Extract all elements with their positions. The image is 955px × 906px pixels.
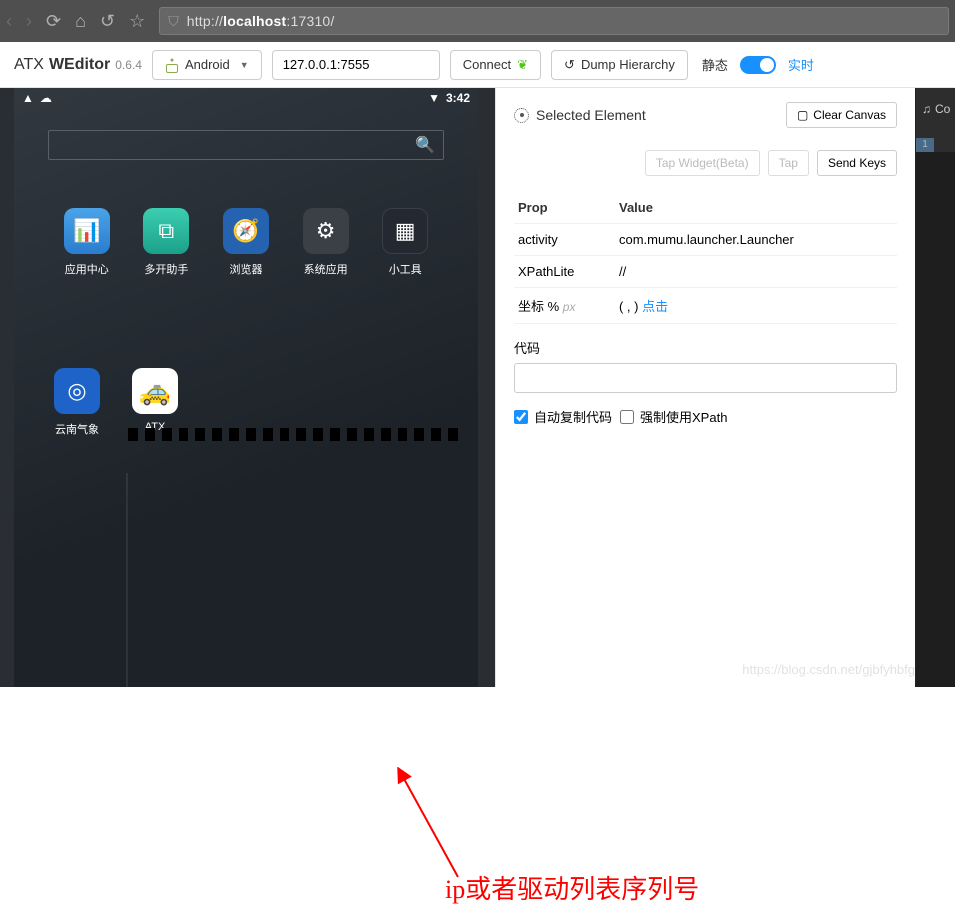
reload-icon[interactable]: ⟳ xyxy=(46,11,61,32)
brand-title: ATX WEditor 0.6.4 xyxy=(14,56,142,74)
app-item[interactable]: ◎ 云南气象 xyxy=(54,368,100,437)
connect-button[interactable]: Connect ❦ xyxy=(450,50,541,80)
app-label: 多开助手 xyxy=(144,261,188,277)
app-label: 应用中心 xyxy=(65,261,109,277)
props-table: Prop Value activitycom.mumu.launcher.Lau… xyxy=(514,192,897,324)
table-row: XPathLite// xyxy=(514,256,897,288)
app-grid-row1: 📊 应用中心 ⧉ 多开助手 🧭 浏览器 ⚙ 系统应用 ▦ 小工具 xyxy=(54,208,438,277)
table-row-coord: 坐标 % px ( , ) 点击 xyxy=(514,288,897,324)
app-icon: 📊 xyxy=(64,208,110,254)
code-input[interactable] xyxy=(514,363,897,393)
clock-text: 3:42 xyxy=(446,91,470,105)
music-note-icon: ♫ xyxy=(922,102,931,116)
realtime-label: 实时 xyxy=(788,55,814,74)
tap-widget-button[interactable]: Tap Widget(Beta) xyxy=(645,150,760,176)
cloud-icon: ☁ xyxy=(40,91,52,105)
home-icon[interactable]: ⌂ xyxy=(75,11,86,32)
app-icon: ⧉ xyxy=(143,208,189,254)
editor-body[interactable] xyxy=(916,152,955,687)
dock-indicator xyxy=(128,428,458,441)
android-icon xyxy=(165,58,179,72)
app-item[interactable]: 🧭 浏览器 xyxy=(213,208,279,277)
app-item[interactable]: 📊 应用中心 xyxy=(54,208,120,277)
force-xpath-checkbox[interactable] xyxy=(620,410,634,424)
annotation-text: ip或者驱动列表序列号 xyxy=(445,869,699,906)
app-label: 云南气象 xyxy=(55,421,99,437)
panel-title: Selected Element xyxy=(514,107,646,123)
send-keys-button[interactable]: Send Keys xyxy=(817,150,897,176)
code-editor-strip: ♫ Co 1 xyxy=(915,88,955,687)
app-item[interactable]: ⧉ 多开助手 xyxy=(134,208,200,277)
device-preview-panel: ▲ ☁ ▼ 3:42 🔍 📊 应用中心 ⧉ 多开助手 🧭 浏览器 ⚙ 系统应用 ▦ 小工具 ◎ 云南… xyxy=(0,88,495,687)
app-icon: 🚕 xyxy=(132,368,178,414)
search-icon: 🔍 xyxy=(415,135,435,155)
bookmark-star-icon[interactable]: ☆ xyxy=(129,11,145,32)
app-item[interactable]: ⚙ 系统应用 xyxy=(293,208,359,277)
code-label: 代码 xyxy=(514,338,897,357)
app-label: 系统应用 xyxy=(304,261,348,277)
coord-click-link[interactable]: 点击 xyxy=(642,299,668,314)
nav-forward-icon[interactable]: › xyxy=(26,11,32,32)
app-icon: 🧭 xyxy=(223,208,269,254)
auto-copy-checkbox[interactable] xyxy=(514,410,528,424)
app-icon: ⚙ xyxy=(303,208,349,254)
app-label: 小工具 xyxy=(389,261,422,277)
tap-button[interactable]: Tap xyxy=(768,150,809,176)
force-xpath-label: 强制使用XPath xyxy=(640,407,727,426)
app-grid-row2: ◎ 云南气象 🚕ATX xyxy=(54,368,178,437)
selected-element-panel: Selected Element ▢ Clear Canvas Tap Widg… xyxy=(495,88,915,687)
sync-icon: ↻ xyxy=(564,57,575,73)
url-bar[interactable]: ⛉ http://localhost:17310/ xyxy=(159,7,949,35)
warning-icon: ▲ xyxy=(22,91,34,105)
shield-icon: ⛉ xyxy=(168,13,179,30)
app-icon: ▦ xyxy=(382,208,428,254)
chevron-down-icon: ▼ xyxy=(240,60,249,70)
square-icon: ▢ xyxy=(797,108,808,122)
wifi-icon: ▼ xyxy=(428,91,440,105)
ip-input[interactable] xyxy=(272,50,440,80)
phone-status-bar: ▲ ☁ ▼ 3:42 xyxy=(14,88,478,108)
nav-back-icon[interactable]: ‹ xyxy=(6,11,12,32)
platform-dropdown[interactable]: Android ▼ xyxy=(152,50,262,80)
table-row: activitycom.mumu.launcher.Launcher xyxy=(514,224,897,256)
watermark: https://blog.csdn.net/gjbfyhbfg xyxy=(742,662,915,677)
static-label: 静态 xyxy=(702,55,728,74)
mode-switch[interactable] xyxy=(740,56,776,74)
side-tab[interactable]: ♫ Co xyxy=(922,102,950,116)
app-icon: ◎ xyxy=(54,368,100,414)
target-icon xyxy=(514,108,529,123)
browser-chrome: ‹ › ⟳ ⌂ ↺ ☆ ⛉ http://localhost:17310/ xyxy=(0,0,955,42)
app-item[interactable]: 🚕ATX xyxy=(132,368,178,437)
dump-hierarchy-button[interactable]: ↻ Dump Hierarchy xyxy=(551,50,688,80)
clear-canvas-button[interactable]: ▢ Clear Canvas xyxy=(786,102,897,128)
auto-copy-label: 自动复制代码 xyxy=(534,407,612,426)
wallpaper-seam xyxy=(126,473,128,687)
app-item[interactable]: ▦ 小工具 xyxy=(372,208,438,277)
url-text: http://localhost:17310/ xyxy=(187,13,335,29)
history-icon[interactable]: ↺ xyxy=(100,11,115,32)
line-number: 1 xyxy=(916,138,934,152)
props-header-prop: Prop xyxy=(514,192,615,224)
launcher-search[interactable]: 🔍 xyxy=(48,130,444,160)
app-label: 浏览器 xyxy=(229,261,262,277)
leaf-icon: ❦ xyxy=(517,57,528,73)
app-toolbar: ATX WEditor 0.6.4 Android ▼ Connect ❦ ↻ … xyxy=(0,42,955,88)
props-header-value: Value xyxy=(615,192,897,224)
device-screen[interactable]: ▲ ☁ ▼ 3:42 🔍 📊 应用中心 ⧉ 多开助手 🧭 浏览器 ⚙ 系统应用 ▦ 小工具 ◎ 云南… xyxy=(14,88,478,687)
annotation-arrow-icon xyxy=(388,767,478,887)
